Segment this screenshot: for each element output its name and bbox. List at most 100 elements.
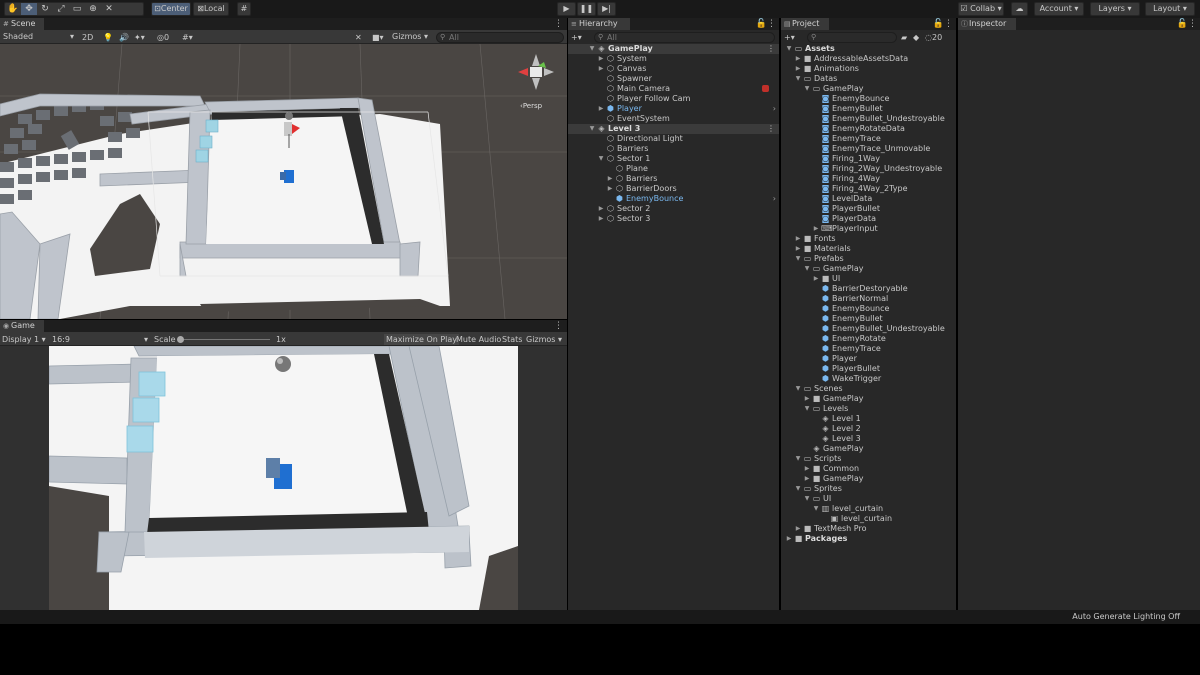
inspector-menu-icon[interactable]: ⋮ (1188, 19, 1197, 29)
persp-label[interactable]: ‹Persp (520, 102, 542, 110)
chevron-right-icon[interactable]: ▶ (597, 54, 605, 64)
project-item-row[interactable]: ▼ ▭ Prefabs (781, 254, 956, 264)
chevron-right-icon[interactable]: ▶ (794, 64, 802, 74)
hierarchy-item-row[interactable]: ▶ ⬡ System (568, 54, 779, 64)
project-item-row[interactable]: ◙ EnemyBullet_Undestroyable (781, 114, 956, 124)
scale-slider-handle[interactable] (177, 336, 184, 343)
project-item-row[interactable]: ◙ EnemyTrace_Unmovable (781, 144, 956, 154)
rect-tool-icon[interactable]: ▭ (69, 3, 85, 15)
project-item-row[interactable]: ▶ ■ GamePlay (781, 394, 956, 404)
effects-icon[interactable]: ✦▾ (134, 32, 145, 43)
project-create-button[interactable]: +▾ (784, 32, 795, 43)
chevron-right-icon[interactable]: ▶ (794, 234, 802, 244)
game-render[interactable] (49, 346, 518, 610)
chevron-right-icon[interactable]: ▶ (794, 244, 802, 254)
project-item-row[interactable]: ⬢ PlayerBullet (781, 364, 956, 374)
chevron-down-icon[interactable]: ▼ (803, 84, 811, 94)
chevron-right-icon[interactable]: ▶ (606, 184, 614, 194)
hierarchy-item-row[interactable]: ⬡ Main Camera (568, 84, 779, 94)
project-item-row[interactable]: ⬢ EnemyRotate (781, 334, 956, 344)
rotate-tool-icon[interactable]: ↻ (37, 3, 53, 15)
project-item-row[interactable]: ◙ Firing_4Way_2Type (781, 184, 956, 194)
tab-game[interactable]: ◉ Game (0, 320, 44, 332)
chevron-right-icon[interactable]: ▶ (597, 64, 605, 74)
hierarchy-item-row[interactable]: ▼ ◈ GamePlay ⋮ (568, 44, 779, 54)
chevron-down-icon[interactable]: ▼ (785, 44, 793, 54)
chevron-down-icon[interactable]: ▼ (803, 264, 811, 274)
hierarchy-item-row[interactable]: ⬡ Spawner (568, 74, 779, 84)
project-item-row[interactable]: ▼ ▭ UI (781, 494, 956, 504)
hierarchy-item-row[interactable]: ⬡ Directional Light (568, 134, 779, 144)
hidden-packages-toggle[interactable]: ◌20 (925, 32, 942, 43)
scene-options-icon[interactable]: ⋮ (767, 44, 775, 54)
hierarchy-item-row[interactable]: ▼ ◈ Level 3 ⋮ (568, 124, 779, 134)
space-local-toggle[interactable]: ⊠Local (193, 2, 229, 16)
hierarchy-item-row[interactable]: ▶ ⬡ BarrierDoors (568, 184, 779, 194)
project-item-row[interactable]: ⬢ Player (781, 354, 956, 364)
hierarchy-item-row[interactable]: ▶ ⬢ Player › (568, 104, 779, 114)
project-item-row[interactable]: ◙ LevelData (781, 194, 956, 204)
project-item-row[interactable]: ▼ ▭ Scenes (781, 384, 956, 394)
scene-search-input[interactable]: ⚲ All (436, 32, 564, 43)
project-item-row[interactable]: ◈ Level 2 (781, 424, 956, 434)
chevron-right-icon[interactable]: ▶ (597, 214, 605, 224)
tab-inspector[interactable]: ⓘInspector (958, 18, 1016, 30)
project-item-row[interactable]: ◙ EnemyBullet (781, 104, 956, 114)
hierarchy-item-row[interactable]: ▶ ⬡ Barriers (568, 174, 779, 184)
chevron-right-icon[interactable]: ▶ (803, 474, 811, 484)
project-item-row[interactable]: ▶ ■ Fonts (781, 234, 956, 244)
hierarchy-item-row[interactable]: ⬢ EnemyBounce › (568, 194, 779, 204)
scene-gizmos-dropdown[interactable]: Gizmos ▾ (389, 32, 431, 43)
create-button[interactable]: +▾ (571, 32, 582, 43)
project-item-row[interactable]: ▶ ■ TextMesh Pro (781, 524, 956, 534)
project-item-row[interactable]: ⬢ BarrierNormal (781, 294, 956, 304)
project-item-row[interactable]: ▣ level_curtain (781, 514, 956, 524)
project-item-row[interactable]: ◙ EnemyTrace (781, 134, 956, 144)
chevron-right-icon[interactable]: ▶ (803, 394, 811, 404)
project-item-row[interactable]: ◙ PlayerData (781, 214, 956, 224)
grid-snap-button[interactable]: # (237, 2, 251, 16)
project-item-row[interactable]: ▼ ▥ level_curtain (781, 504, 956, 514)
project-item-row[interactable]: ▶ ■ GamePlay (781, 474, 956, 484)
cloud-button[interactable]: ☁ (1011, 2, 1028, 16)
hierarchy-item-row[interactable]: ▶ ⬡ Sector 2 (568, 204, 779, 214)
chevron-down-icon[interactable]: ▼ (794, 254, 802, 264)
stats-toggle[interactable]: Stats (502, 334, 522, 345)
maximize-on-play-toggle[interactable]: Maximize On Play (384, 334, 460, 345)
pivot-center-toggle[interactable]: ⊡Center (151, 2, 191, 16)
hand-tool-icon[interactable]: ✋ (5, 3, 21, 15)
project-item-row[interactable]: ◙ Firing_2Way_Undestroyable (781, 164, 956, 174)
grid-toggle-icon[interactable]: #▾ (182, 32, 193, 43)
project-item-row[interactable]: ◙ Firing_1Way (781, 154, 956, 164)
chevron-right-icon[interactable]: ▶ (794, 54, 802, 64)
hierarchy-item-row[interactable]: ⬡ EventSystem (568, 114, 779, 124)
lighting-icon[interactable]: 💡 (103, 32, 113, 43)
2d-toggle[interactable]: 2D (82, 32, 93, 43)
audio-icon[interactable]: 🔊 (119, 32, 129, 43)
hidden-objects-icon[interactable]: ◎0 (157, 32, 169, 43)
scale-tool-icon[interactable]: ⤢ (53, 3, 69, 15)
project-item-row[interactable]: ▼ ▭ Sprites (781, 484, 956, 494)
project-item-row[interactable]: ▼ ▭ GamePlay (781, 84, 956, 94)
chevron-down-icon[interactable]: ▼ (803, 404, 811, 414)
project-item-row[interactable]: ▼ ▭ Levels (781, 404, 956, 414)
project-menu-icon[interactable]: ⋮ (944, 19, 953, 29)
aspect-dropdown[interactable]: 16:9 ▾ (52, 334, 148, 345)
hierarchy-item-row[interactable]: ⬡ Player Follow Cam (568, 94, 779, 104)
project-item-row[interactable]: ▼ ▭ Assets (781, 44, 956, 54)
lock-icon[interactable]: 🔓 (933, 19, 944, 29)
chevron-right-icon[interactable]: ▶ (597, 204, 605, 214)
project-item-row[interactable]: ◈ Level 1 (781, 414, 956, 424)
project-item-row[interactable]: ⬢ EnemyTrace (781, 344, 956, 354)
display-dropdown[interactable]: Display 1 ▾ (2, 334, 46, 345)
chevron-down-icon[interactable]: ▼ (812, 504, 820, 514)
project-item-row[interactable]: ◙ PlayerBullet (781, 204, 956, 214)
play-button[interactable]: ▶ (557, 2, 576, 16)
custom-tool-icon[interactable]: ✕ (101, 3, 117, 15)
project-item-row[interactable]: ▶ ⌨ PlayerInput (781, 224, 956, 234)
mute-audio-toggle[interactable]: Mute Audio (456, 334, 501, 345)
chevron-right-icon[interactable]: ▶ (597, 104, 605, 114)
chevron-right-icon[interactable]: ▶ (812, 224, 820, 234)
tab-hierarchy[interactable]: ≡ Hierarchy (568, 18, 630, 30)
lock-icon[interactable]: 🔓 (1177, 19, 1188, 29)
